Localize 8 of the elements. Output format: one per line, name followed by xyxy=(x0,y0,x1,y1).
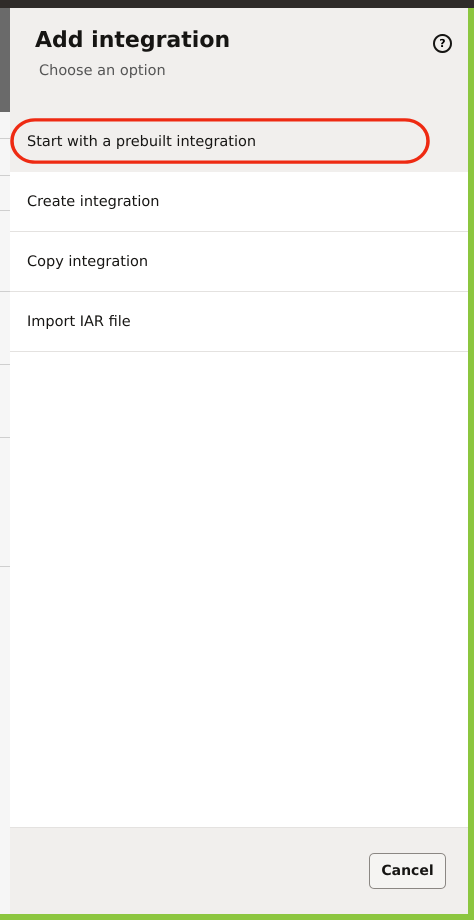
option-item[interactable]: Create integration xyxy=(10,172,468,232)
option-item[interactable]: Copy integration xyxy=(10,232,468,292)
panel-subtitle: Choose an option xyxy=(39,63,167,79)
option-item[interactable]: Import IAR file xyxy=(10,292,468,352)
panel-title: Add integration xyxy=(35,28,230,53)
cancel-button[interactable]: Cancel xyxy=(369,853,446,889)
help-icon[interactable]: ? xyxy=(433,34,452,53)
option-item[interactable]: Start with a prebuilt integration xyxy=(10,112,468,172)
